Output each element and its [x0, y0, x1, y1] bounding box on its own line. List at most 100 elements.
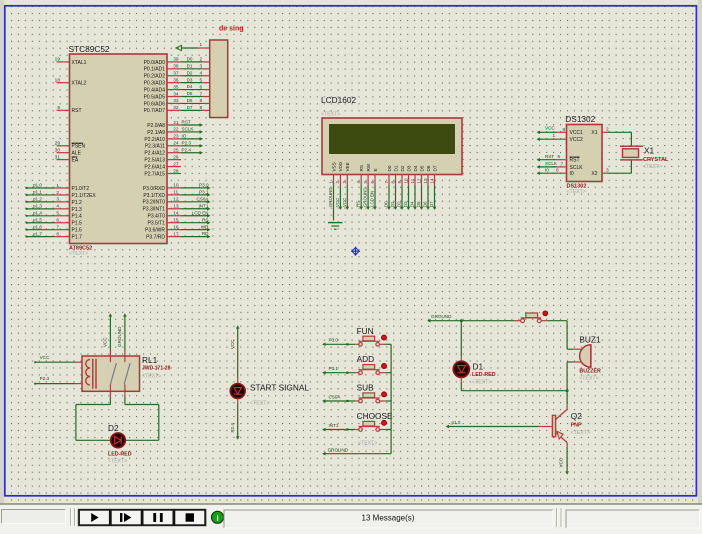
- svg-text:LED-RED: LED-RED: [472, 372, 496, 378]
- svg-text:GROUND: GROUND: [117, 326, 122, 347]
- svg-text:P3.1: P3.1: [199, 189, 209, 194]
- svg-text:XTAL2: XTAL2: [72, 81, 87, 87]
- svg-text:de sing: de sing: [219, 26, 244, 33]
- svg-text:FUN: FUN: [357, 326, 374, 336]
- svg-text:BUZ1: BUZ1: [579, 335, 601, 345]
- svg-text:<TEXT>: <TEXT>: [579, 375, 598, 381]
- svg-text:29: 29: [55, 141, 61, 147]
- svg-text:ADD: ADD: [357, 354, 375, 364]
- svg-text:p1.0: p1.0: [33, 183, 42, 188]
- svg-text:SCLK: SCLK: [182, 127, 195, 132]
- svg-text:9: 9: [57, 105, 60, 111]
- svg-text:D5: D5: [187, 91, 193, 96]
- svg-text:P3.7/RD: P3.7/RD: [146, 235, 165, 241]
- svg-text:D3: D3: [406, 165, 411, 171]
- svg-text:3: 3: [342, 181, 347, 184]
- svg-text:D1: D1: [390, 201, 395, 207]
- svg-text:P1.4: P1.4: [72, 214, 83, 220]
- svg-text:CHOOSE: CHOOSE: [357, 411, 393, 421]
- svg-text:3: 3: [200, 64, 203, 70]
- svg-text:P2.4: P2.4: [182, 147, 192, 152]
- svg-text:PSEN: PSEN: [72, 144, 86, 150]
- svg-text:RW: RW: [366, 163, 371, 171]
- svg-text:P0.7/AD7: P0.7/AD7: [144, 108, 166, 114]
- svg-text:2: 2: [200, 57, 203, 63]
- svg-text:P1.6: P1.6: [72, 228, 83, 234]
- svg-text:7: 7: [561, 161, 564, 167]
- svg-text:31: 31: [55, 154, 61, 160]
- svg-text:1: 1: [56, 183, 59, 189]
- svg-text:P1.0/T2: P1.0/T2: [72, 186, 90, 192]
- svg-text:INT1: INT1: [329, 423, 339, 428]
- svg-text:5: 5: [200, 77, 203, 83]
- svg-text:16: 16: [173, 224, 179, 230]
- svg-text:P3.0/RXD: P3.0/RXD: [143, 186, 166, 192]
- svg-text:VEE: VEE: [345, 162, 350, 171]
- svg-text:P2.1/A9: P2.1/A9: [147, 130, 165, 136]
- svg-text:10: 10: [403, 178, 408, 184]
- svg-text:P0.2/AD2: P0.2/AD2: [144, 74, 166, 80]
- svg-text:P2.2/A10: P2.2/A10: [144, 137, 165, 143]
- svg-text:JWD-171-28: JWD-171-28: [142, 366, 171, 372]
- svg-text:p1.4: p1.4: [33, 210, 42, 215]
- svg-text:VSS: VSS: [331, 162, 336, 171]
- svg-text:4: 4: [56, 204, 59, 210]
- svg-text:GROUND: GROUND: [363, 187, 368, 207]
- svg-text:8: 8: [563, 127, 566, 133]
- svg-text:VCC: VCC: [545, 126, 555, 131]
- svg-text:p1.3: p1.3: [33, 203, 42, 208]
- svg-text:D4: D4: [410, 201, 415, 207]
- svg-text:15: 15: [173, 218, 179, 224]
- svg-text:GROUND: GROUND: [328, 187, 333, 207]
- svg-text:12: 12: [173, 197, 179, 203]
- svg-text:RST: RST: [72, 108, 82, 114]
- svg-text:2: 2: [56, 190, 59, 196]
- svg-text:D1: D1: [393, 165, 398, 171]
- svg-text:D0: D0: [387, 165, 392, 171]
- svg-text:3: 3: [56, 197, 59, 203]
- svg-text:D5: D5: [419, 165, 424, 171]
- svg-text:BUZZER: BUZZER: [579, 368, 601, 374]
- svg-text:13: 13: [423, 178, 428, 184]
- svg-text:34: 34: [173, 91, 179, 97]
- svg-text:VCC: VCC: [40, 355, 50, 360]
- svg-text:D3: D3: [403, 201, 408, 207]
- svg-text:START SIGNAL: START SIGNAL: [250, 383, 309, 393]
- svg-text:P1.5: P1.5: [72, 221, 83, 227]
- svg-text:39: 39: [173, 57, 179, 63]
- svg-text:13: 13: [173, 204, 179, 210]
- svg-text:E: E: [373, 168, 378, 171]
- svg-text:P3.6/WR: P3.6/WR: [145, 228, 165, 234]
- svg-text:p1.0: p1.0: [452, 420, 461, 425]
- svg-text:P0.4/AD4: P0.4/AD4: [144, 87, 166, 93]
- svg-text:P2.6/A14: P2.6/A14: [144, 164, 165, 170]
- svg-text:7: 7: [56, 225, 59, 231]
- svg-text:P2.3: P2.3: [40, 376, 50, 381]
- svg-text:PNP: PNP: [571, 423, 582, 429]
- svg-text:10: 10: [173, 183, 179, 189]
- svg-text:25: 25: [173, 148, 179, 154]
- svg-text:P1.7: P1.7: [72, 235, 83, 241]
- svg-text:2: 2: [606, 127, 609, 133]
- svg-text:P3.1/TXD: P3.1/TXD: [143, 193, 165, 199]
- svg-text:<TEXT>: <TEXT>: [142, 374, 161, 380]
- svg-text:p1.5: p1.5: [33, 217, 42, 222]
- svg-text:4: 4: [200, 71, 203, 77]
- svg-text:D1: D1: [187, 63, 193, 68]
- svg-text:26: 26: [173, 154, 179, 160]
- svg-text:I0: I0: [570, 171, 574, 177]
- svg-text:RST: RST: [545, 154, 554, 159]
- svg-text:ALE: ALE: [72, 151, 82, 157]
- svg-text:X1: X1: [644, 145, 655, 155]
- svg-text:STC89C52: STC89C52: [69, 44, 110, 54]
- svg-text:P2.3: P2.3: [182, 140, 192, 145]
- svg-text:D6: D6: [423, 201, 428, 207]
- svg-text:RD: RD: [202, 231, 209, 236]
- svg-text:D5: D5: [416, 201, 421, 207]
- svg-text:<TEXT>: <TEXT>: [250, 401, 269, 407]
- svg-text:27: 27: [173, 161, 179, 167]
- svg-text:p1.6: p1.6: [33, 224, 42, 229]
- svg-text:17: 17: [173, 231, 179, 237]
- svg-text:D0: D0: [187, 57, 193, 62]
- svg-text:11: 11: [410, 178, 415, 183]
